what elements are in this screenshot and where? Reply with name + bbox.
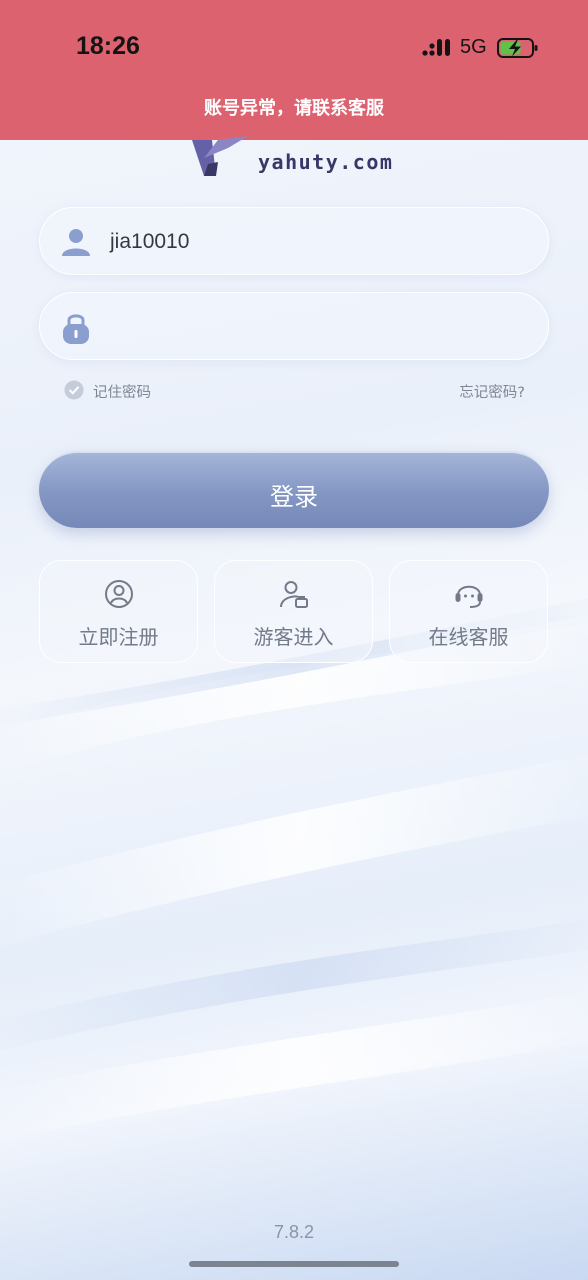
user-circle-icon (105, 580, 133, 608)
register-label: 立即注册 (78, 625, 159, 649)
guest-entry-label: 游客进入 (253, 625, 334, 649)
alert-message: 账号异常，请联系客服 (204, 98, 384, 119)
network-type: 5G (460, 36, 487, 58)
username-input[interactable]: jia10010 (110, 230, 189, 254)
brand-logo-icon (192, 136, 248, 176)
login-button-label: 登录 (270, 483, 318, 511)
register-button[interactable]: 立即注册 (39, 560, 198, 663)
remember-password-label: 记住密码 (93, 385, 151, 401)
online-service-label: 在线客服 (428, 625, 509, 649)
headset-icon (455, 585, 483, 608)
username-field[interactable]: jia10010 (39, 207, 549, 275)
home-indicator[interactable] (189, 1261, 399, 1267)
brand-logo-text: yahuty.com (258, 150, 394, 174)
password-field[interactable] (39, 292, 549, 360)
forgot-password-link[interactable]: 忘记密码? (459, 381, 525, 402)
guest-user-icon (280, 581, 308, 608)
guest-entry-button[interactable]: 游客进入 (214, 560, 373, 663)
cellular-signal-icon (422, 39, 450, 56)
battery-charging-icon (497, 38, 538, 58)
lock-icon (63, 314, 89, 344)
login-button[interactable]: 登录 (39, 451, 549, 528)
alert-banner: 18:26 5G 账号异常，请联系客服 (0, 0, 588, 140)
check-circle-icon (64, 380, 84, 400)
app-version: 7.8.2 (273, 1222, 315, 1242)
online-service-button[interactable]: 在线客服 (389, 560, 548, 663)
user-icon (62, 229, 90, 256)
status-time: 18:26 (76, 32, 140, 60)
